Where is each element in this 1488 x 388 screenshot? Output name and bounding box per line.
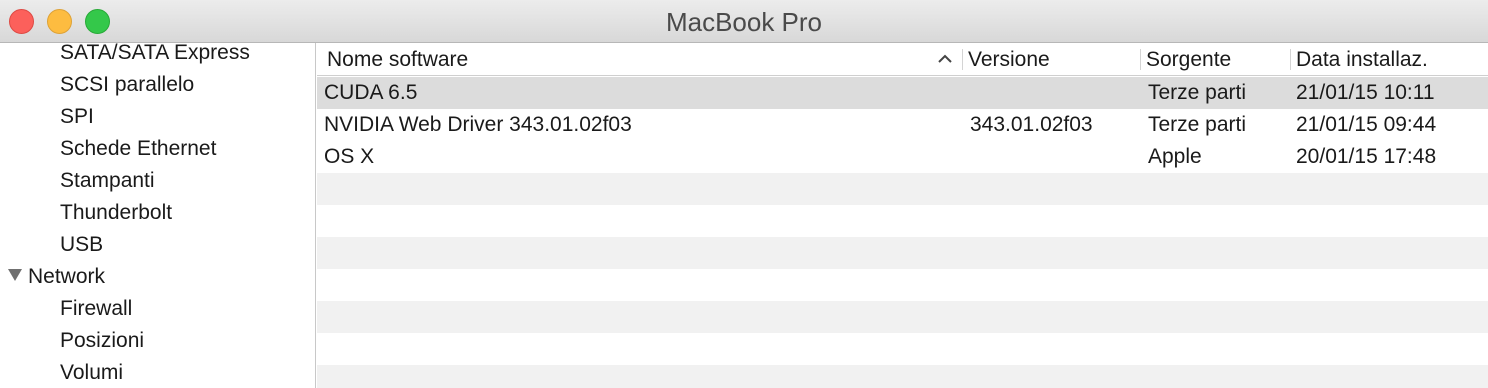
sidebar-item-firewall[interactable]: Firewall <box>60 294 132 324</box>
window-titlebar: MacBook Pro <box>0 0 1488 43</box>
empty-row <box>317 237 1488 269</box>
sidebar-item-posizioni[interactable]: Posizioni <box>60 326 144 356</box>
table-header: Nome software Versione Sorgente Data ins… <box>317 43 1488 76</box>
disclosure-triangle-icon[interactable] <box>8 269 22 282</box>
column-header-versione[interactable]: Versione <box>968 43 1050 76</box>
column-header-data-installazione[interactable]: Data installaz. <box>1296 43 1428 76</box>
sidebar-group-label: Network <box>28 265 106 288</box>
cell-versione: 343.01.02f03 <box>970 113 1093 136</box>
empty-row <box>317 301 1488 333</box>
empty-row <box>317 269 1488 301</box>
empty-row <box>317 205 1488 237</box>
empty-row <box>317 173 1488 205</box>
table-row[interactable]: CUDA 6.5 Terze parti 21/01/15 10:11 <box>317 77 1488 109</box>
cell-nome-software: OS X <box>324 145 375 168</box>
window-title: MacBook Pro <box>665 7 823 37</box>
sidebar-item-scsi-parallelo[interactable]: SCSI parallelo <box>60 70 194 100</box>
table-row[interactable]: NVIDIA Web Driver 343.01.02f03 343.01.02… <box>317 109 1488 141</box>
sidebar-item-stampanti[interactable]: Stampanti <box>60 166 155 196</box>
cell-nome-software: NVIDIA Web Driver 343.01.02f03 <box>324 113 632 136</box>
table-row[interactable]: OS X Apple 20/01/15 17:48 <box>317 141 1488 173</box>
empty-row <box>317 365 1488 388</box>
sidebar-item-thunderbolt[interactable]: Thunderbolt <box>60 198 172 228</box>
sidebar-item-usb[interactable]: USB <box>60 230 103 260</box>
empty-row <box>317 333 1488 365</box>
column-separator[interactable] <box>1290 49 1291 70</box>
cell-nome-software: CUDA 6.5 <box>324 81 418 104</box>
column-separator[interactable] <box>962 49 963 70</box>
cell-data-installazione: 21/01/15 09:44 <box>1296 113 1437 136</box>
cell-sorgente: Terze parti <box>1148 113 1247 136</box>
cell-data-installazione: 21/01/15 10:11 <box>1296 81 1435 104</box>
sidebar: SATA/SATA Express SCSI parallelo SPI Sch… <box>0 43 316 388</box>
column-separator[interactable] <box>1140 49 1141 70</box>
sidebar-item-volumi[interactable]: Volumi <box>60 358 123 388</box>
cell-sorgente: Apple <box>1148 145 1202 168</box>
column-header-sorgente[interactable]: Sorgente <box>1146 43 1231 76</box>
sidebar-item-schede-ethernet[interactable]: Schede Ethernet <box>60 134 216 164</box>
sidebar-item-spi[interactable]: SPI <box>60 102 94 132</box>
column-header-nome-software[interactable]: Nome software <box>327 43 468 76</box>
cell-data-installazione: 20/01/15 17:48 <box>1296 145 1437 168</box>
sort-ascending-icon <box>938 54 952 63</box>
sidebar-item-sata[interactable]: SATA/SATA Express <box>60 43 250 68</box>
cell-sorgente: Terze parti <box>1148 81 1247 104</box>
software-table: Nome software Versione Sorgente Data ins… <box>317 43 1488 388</box>
sidebar-group-network[interactable]: Network <box>8 262 105 292</box>
